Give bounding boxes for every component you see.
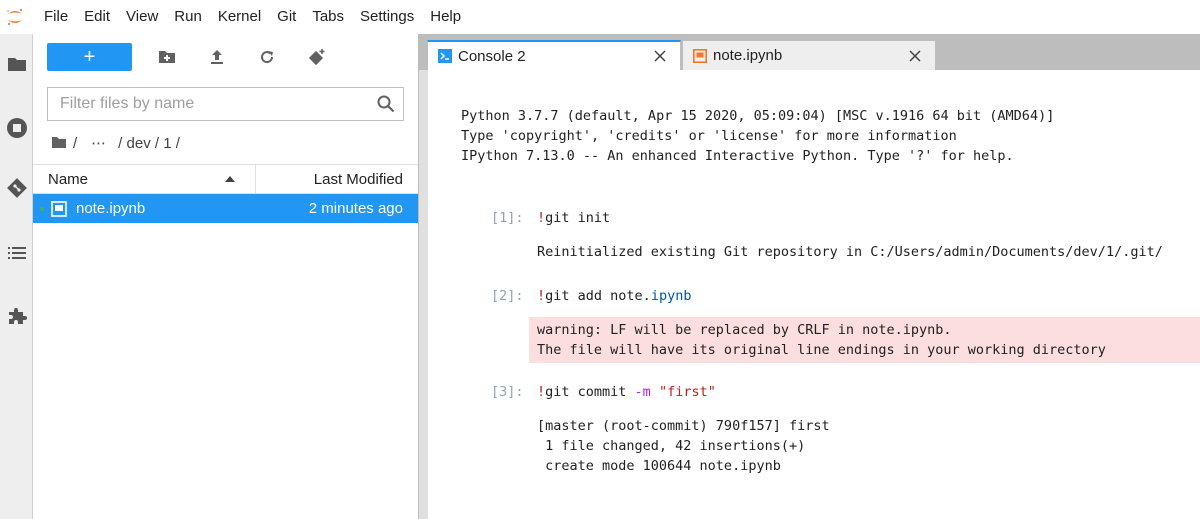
banner-line: Type 'copyright', 'credits' or 'license'… [461, 128, 957, 144]
file-name: note.ipynb [76, 200, 146, 217]
jupyter-logo-icon [0, 0, 30, 34]
cell-output: [master (root-commit) 790f157] first 1 f… [537, 416, 830, 476]
console-panel: Python 3.7.7 (default, Apr 15 2020, 05:0… [428, 70, 1200, 519]
breadcrumb-separator: / [73, 134, 78, 152]
file-modified: 2 minutes ago [308, 200, 403, 217]
file-row[interactable]: note.ipynb 2 minutes ago [33, 194, 418, 223]
column-name-label: Name [48, 170, 89, 188]
git-icon[interactable] [0, 168, 33, 208]
menu-view[interactable]: View [118, 0, 166, 34]
command: git init [545, 210, 611, 226]
command: git add note. [545, 288, 651, 304]
banner-line: IPython 7.13.0 -- An enhanced Interactiv… [461, 148, 1014, 164]
activity-bar [0, 34, 33, 519]
menu-git[interactable]: Git [269, 0, 304, 34]
cell-prompt: [3]: [491, 384, 524, 400]
menu-edit[interactable]: Edit [76, 0, 118, 34]
tab-label: note.ipynb [713, 47, 783, 64]
extension-manager-icon[interactable] [0, 296, 33, 336]
menu-settings[interactable]: Settings [352, 0, 422, 34]
filter-files-box [47, 87, 404, 121]
running-stop-icon[interactable] [0, 108, 33, 148]
cell-output: Reinitialized existing Git repository in… [537, 244, 1163, 260]
menu-bar: File Edit View Run Kernel Git Tabs Setti… [0, 0, 1200, 34]
command-arg: "first" [658, 384, 716, 400]
filter-files-input[interactable] [48, 89, 369, 119]
search-icon [369, 95, 403, 113]
main-area: Console 2 note.ipynb Python 3.7.7 (defau… [419, 34, 1200, 519]
cell-input[interactable]: !git commit -m "first" [537, 384, 716, 400]
running-indicator-icon [40, 206, 44, 211]
refresh-icon[interactable] [252, 43, 282, 71]
menu-run[interactable]: Run [166, 0, 210, 34]
tab-console-2[interactable]: Console 2 [427, 40, 681, 70]
output-line: create mode 100644 note.ipynb [537, 458, 781, 474]
cell-prompt: [2]: [491, 288, 524, 304]
home-folder-icon[interactable] [51, 135, 67, 152]
folder-icon[interactable] [0, 44, 33, 84]
cell-input[interactable]: !git init [537, 210, 610, 226]
new-folder-icon[interactable] [152, 43, 182, 71]
notebook-icon [693, 48, 707, 63]
file-browser-panel: + / ⋯ / dev / 1 / Name Last Modif [33, 34, 419, 519]
menu-kernel[interactable]: Kernel [210, 0, 269, 34]
bang: ! [537, 210, 546, 226]
upload-icon[interactable] [202, 43, 232, 71]
close-icon[interactable] [903, 49, 927, 62]
column-modified-header[interactable]: Last Modified [256, 171, 418, 188]
breadcrumb-path[interactable]: / dev / 1 / [118, 135, 180, 152]
breadcrumb-ellipsis[interactable]: ⋯ [91, 134, 106, 152]
new-launcher-button[interactable]: + [47, 43, 132, 71]
notebook-icon [50, 200, 68, 218]
table-of-contents-icon[interactable] [0, 233, 33, 273]
bang: ! [537, 384, 546, 400]
menu-file[interactable]: File [36, 0, 76, 34]
tab-note-ipynb[interactable]: note.ipynb [682, 40, 936, 70]
cell-prompt: [1]: [491, 210, 524, 226]
sort-ascending-icon [225, 176, 235, 182]
breadcrumb: / ⋯ / dev / 1 / [51, 132, 186, 154]
command: git commit [545, 384, 635, 400]
command-flag: -m [634, 384, 651, 400]
menu-tabs[interactable]: Tabs [304, 0, 352, 34]
cell-input[interactable]: !git add note.ipynb [537, 288, 691, 304]
panel-divider [419, 70, 428, 519]
banner-line: Python 3.7.7 (default, Apr 15 2020, 05:0… [461, 108, 1055, 124]
command-ext: ipynb [650, 288, 692, 304]
file-list-header: Name Last Modified [33, 164, 418, 194]
column-name-header[interactable]: Name [33, 165, 256, 193]
console-banner: Python 3.7.7 (default, Apr 15 2020, 05:0… [461, 106, 1054, 166]
close-icon[interactable] [648, 50, 672, 62]
tab-label: Console 2 [458, 47, 526, 65]
cell-stderr-output: warning: LF will be replaced by CRLF in … [529, 317, 1200, 363]
file-browser-toolbar: + [47, 43, 332, 71]
menu-help[interactable]: Help [422, 0, 469, 34]
stderr-line: warning: LF will be replaced by CRLF in … [537, 322, 952, 338]
bang: ! [537, 288, 546, 304]
stderr-line: The file will have its original line end… [537, 342, 1106, 358]
console-icon [438, 49, 452, 63]
tab-bar: Console 2 note.ipynb [419, 34, 1200, 70]
git-clone-icon[interactable] [302, 43, 332, 71]
output-line: 1 file changed, 42 insertions(+) [537, 438, 806, 454]
output-line: [master (root-commit) 790f157] first [537, 418, 830, 434]
